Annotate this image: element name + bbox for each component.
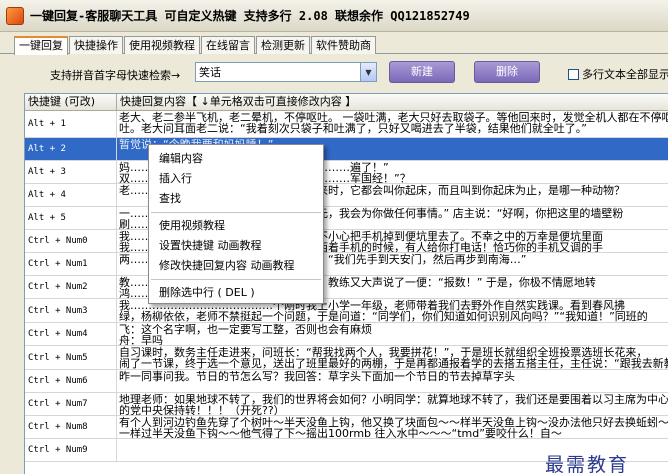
reply-content-cell[interactable]: 飞：这个名字啊，也一定要写工整，否则也会有麻烦 舟：早吗 (117, 323, 668, 345)
menu-delete-row[interactable]: 删除选中行 ( DEL ) (149, 283, 323, 303)
reply-line: 一样过半天没鱼下钩～～他气得了下～摇出100rmb 往入水中～～～“tmd”要咬… (119, 427, 562, 438)
shortcut-cell[interactable]: Ctrl + Num6 (25, 370, 117, 392)
reply-line: 舟：早吗 (119, 334, 163, 345)
reply-content-cell[interactable]: 昨一同事问我。节日的节怎么写？我回答：草字头下面加一个节日的节去掉草字头 (117, 370, 668, 392)
menu-insert-row[interactable]: 插入行 (149, 169, 323, 189)
shortcut-cell[interactable]: Ctrl + Num2 (25, 276, 117, 298)
title-bar: 一键回复-客服聊天工具 可自定义热键 支持多行 2.08 联想余作 QQ1218… (0, 0, 668, 32)
window-title: 一键回复-客服聊天工具 可自定义热键 支持多行 2.08 联想余作 QQ1218… (30, 9, 470, 23)
table-row[interactable]: Alt + 1 老大、老二参半飞机，老二晕机，不停呕吐。 一袋吐满，老大只好去取袋… (25, 111, 668, 138)
table-row[interactable]: Ctrl + Num5 自习课时，数务主任走进来，问班长：“帮我找两个人，我要拼花… (25, 346, 668, 370)
multiline-checkbox[interactable] (568, 68, 579, 80)
shortcut-cell[interactable]: Alt + 1 (25, 111, 117, 137)
tab-strip: 一键回复 快捷操作 使用视频教程 在线留言 检测更新 软件赞助商 (0, 36, 668, 55)
multiline-toggle[interactable]: 多行文本全部显示 (568, 66, 668, 82)
tab-shortcut-ops[interactable]: 快捷操作 (69, 36, 123, 54)
table-row[interactable]: Ctrl + Num0 我…………………………………所的时候不小心把手机掉到便坑里… (25, 230, 668, 253)
shortcut-cell[interactable]: Alt + 2 (25, 138, 117, 160)
search-label: 支持拼音首字母快速检索→ (50, 69, 181, 82)
grid-header: 快捷键 (可改) 快捷回复内容【 ↓单元格双击可直接修改内容 】 (25, 94, 668, 111)
table-row[interactable]: Alt + 4 老……………………………………公公出来时，它都会叫你起床，而且叫到… (25, 184, 668, 207)
menu-hotkey-tutorial[interactable]: 设置快捷键 动画教程 (149, 236, 323, 256)
menu-find[interactable]: 查找 (149, 189, 323, 209)
reply-line: 闹了一节课，终于选一个意见，送出了班里最好的两棚，于是再都通报着学的去搭五搭主任… (119, 357, 668, 369)
search-input[interactable]: 笑话 (196, 64, 360, 80)
menu-separator (151, 212, 321, 213)
multiline-label: 多行文本全部显示 (582, 68, 668, 81)
table-row[interactable]: Alt + 5 一…………………………………………百元，我会为你做任何事情。” 店… (25, 207, 668, 230)
table-row[interactable]: Alt + 3妈……………………………………………………遍了！”双…………………… (25, 161, 668, 184)
table-row[interactable]: Ctrl + Num3 我…………………………………个刚时我上小学一年级，老师带着… (25, 299, 668, 323)
toolbar: 支持拼音首字母快速检索→ 笑话 ▼ 新建 删除 多行文本全部显示 (0, 58, 668, 88)
table-row[interactable]: Ctrl + Num1两…………………………………咖啡，甲：“我们先手到天安门，… (25, 253, 668, 276)
shortcut-cell[interactable]: Ctrl + Num4 (25, 323, 117, 345)
menu-video-tutorial[interactable]: 使用视频教程 (149, 216, 323, 236)
reply-line: 吐。老大问耳面老二说：“我着刻次只袋子和吐满了，只好又喝进去了半袋，结果他们就全… (119, 122, 587, 135)
menu-edit-reply-tutorial[interactable]: 修改快捷回复内容 动画教程 (149, 256, 323, 276)
table-row[interactable]: Alt + 2暂觉说：“今晚我要和妈妈睡！” (25, 138, 668, 161)
shortcut-cell[interactable]: Ctrl + Num1 (25, 253, 117, 275)
menu-edit-content[interactable]: 编辑内容 (149, 149, 323, 169)
tab-online-message[interactable]: 在线留言 (201, 36, 255, 54)
reply-content-cell[interactable]: 有个人到河边钓鱼先穿了个树叶～半天没鱼上钩，他又换了块面包～～样半天没鱼上钩～没… (117, 416, 668, 438)
context-menu: 编辑内容 插入行 查找 使用视频教程 设置快捷键 动画教程 修改快捷回复内容 动… (148, 144, 324, 304)
search-combobox[interactable]: 笑话 ▼ (195, 62, 377, 82)
header-shortcut[interactable]: 快捷键 (可改) (25, 94, 117, 111)
shortcut-cell[interactable]: Ctrl + Num7 (25, 393, 117, 415)
reply-content-cell[interactable]: 地理老师：如果地球不转了，我们的世界将会如何？小明同学：就算地球不转了，我们还是… (117, 393, 668, 415)
shortcut-cell[interactable]: Alt + 5 (25, 207, 117, 229)
tab-video-tutorial[interactable]: 使用视频教程 (124, 36, 200, 54)
reply-line: 昨一同事问我。节日的节怎么写？我回答：草字头下面加一个节日的节去掉草字头 (119, 370, 515, 383)
menu-separator (151, 279, 321, 280)
reply-content-cell[interactable]: 老大、老二参半飞机，老二晕机，不停呕吐。 一袋吐满，老大只好去取袋子。等他回来时… (117, 111, 668, 137)
table-row[interactable]: Ctrl + Num6 昨一同事问我。节日的节怎么写？我回答：草字头下面加一个节日… (25, 370, 668, 393)
tab-check-update[interactable]: 检测更新 (256, 36, 310, 54)
tab-quick-reply[interactable]: 一键回复 (14, 36, 68, 55)
delete-button[interactable]: 删除 (474, 61, 540, 83)
chevron-down-icon[interactable]: ▼ (360, 63, 376, 81)
shortcut-cell[interactable]: Alt + 4 (25, 184, 117, 206)
reply-grid: 快捷键 (可改) 快捷回复内容【 ↓单元格双击可直接修改内容 】 Alt + 1… (24, 93, 668, 474)
shortcut-cell[interactable]: Alt + 3 (25, 161, 117, 183)
shortcut-cell[interactable]: Ctrl + Num8 (25, 416, 117, 438)
reply-line: 绿，杨柳依依，老师不禁挺起一个问题，于是问道：“同学们，你们知道如何识别风向吗？… (119, 310, 648, 322)
reply-line: 飞：这个名字啊，也一定要写工整，否则也会有麻烦 (119, 323, 372, 336)
reply-content-cell[interactable]: 自习课时，数务主任走进来，问班长：“帮我找两个人，我要拼花！”，于是班长就组织全… (117, 346, 668, 369)
tab-sponsor[interactable]: 软件赞助商 (311, 36, 376, 54)
table-row[interactable]: Ctrl + Num2 教…………………………………为看教练，教练又大声说了一便：… (25, 276, 668, 299)
shortcut-cell[interactable]: Ctrl + Num3 (25, 299, 117, 322)
header-content[interactable]: 快捷回复内容【 ↓单元格双击可直接修改内容 】 (117, 94, 668, 111)
shortcut-cell[interactable]: Ctrl + Num9 (25, 439, 117, 461)
reply-line: 的党中央保持转！！！（开死??） (119, 404, 285, 415)
shortcut-cell[interactable]: Ctrl + Num5 (25, 346, 117, 369)
shortcut-cell[interactable]: Ctrl + Num0 (25, 230, 117, 252)
table-row[interactable]: Ctrl + Num8 有个人到河边钓鱼先穿了个树叶～半天没鱼上钩，他又换了块面包… (25, 416, 668, 439)
new-button[interactable]: 新建 (389, 61, 455, 83)
table-row[interactable]: Ctrl + Num7 地理老师：如果地球不转了，我们的世界将会如何？小明同学：就… (25, 393, 668, 416)
table-row[interactable]: Ctrl + Num4 飞：这个名字啊，也一定要写工整，否则也会有麻烦 舟：早吗 (25, 323, 668, 346)
watermark-text: 最需教育 (545, 454, 630, 474)
app-icon (6, 6, 24, 25)
